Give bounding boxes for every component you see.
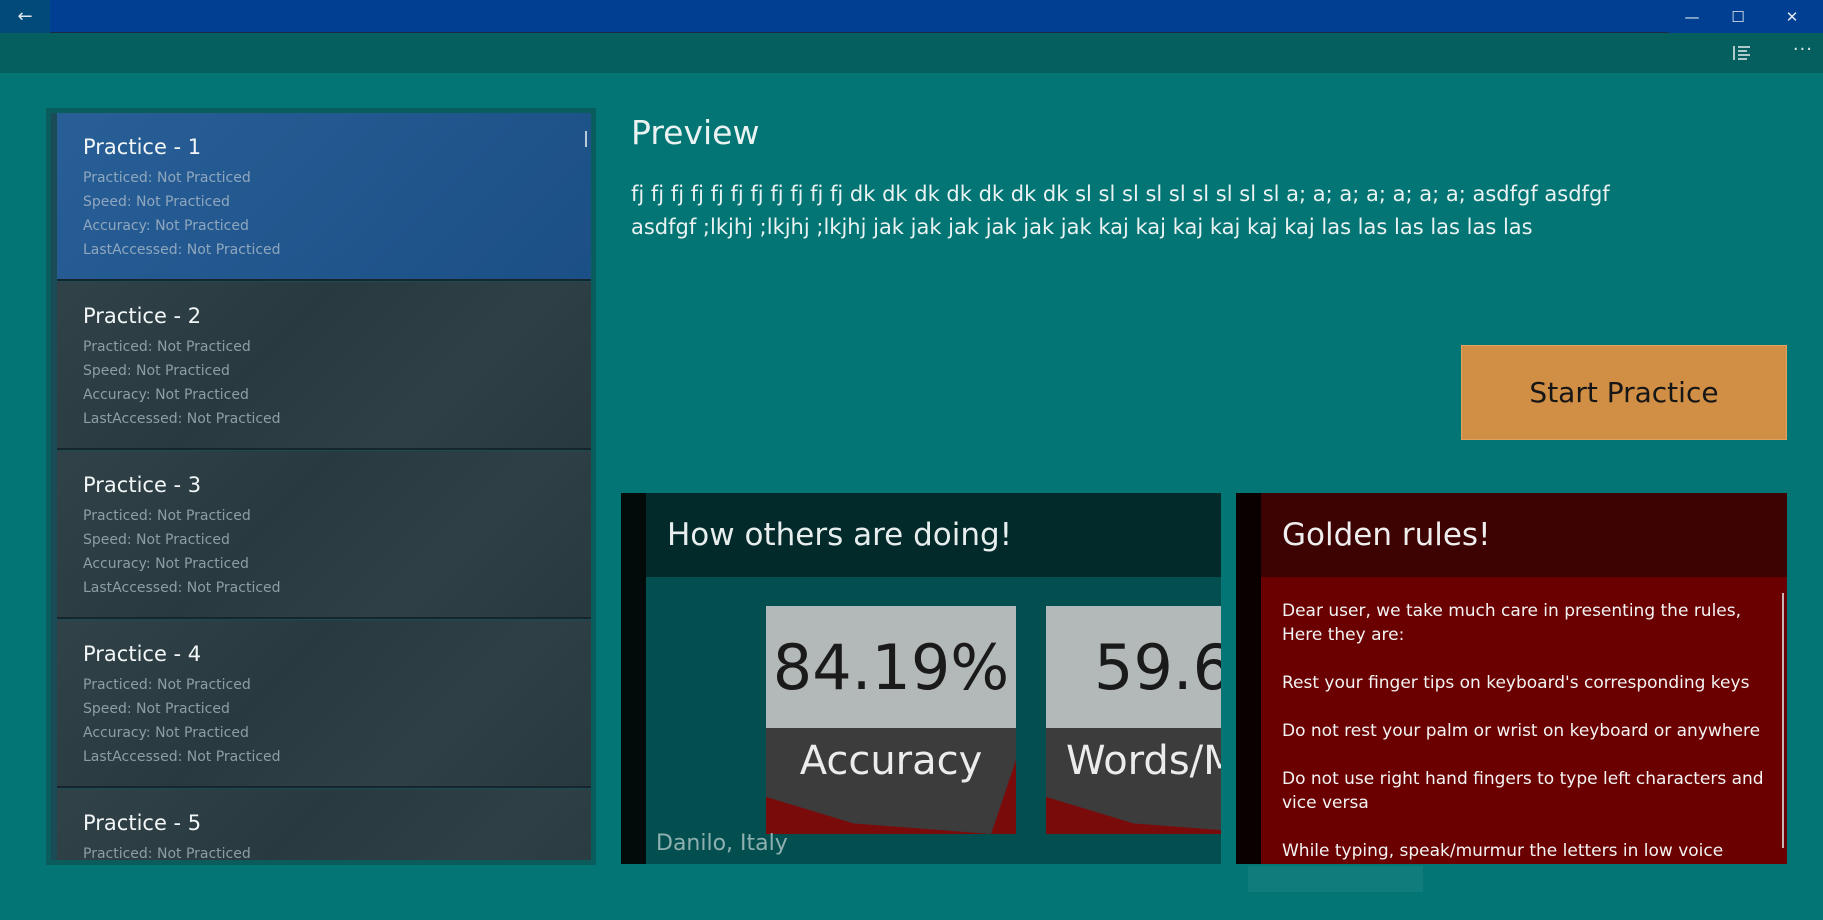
rule-item: Rest your finger tips on keyboard's corr…	[1282, 673, 1750, 693]
rule-item: While typing, speak/murmur the letters i…	[1282, 841, 1724, 861]
start-practice-button[interactable]: Start Practice	[1461, 345, 1787, 440]
practice-accuracy: Accuracy: Not Practiced	[83, 387, 249, 403]
practice-title: Practice - 1	[83, 135, 202, 159]
practice-list[interactable]: Practice - 1 Practiced: Not Practiced Sp…	[46, 108, 596, 865]
others-panel: How others are doing! 84.19% Accuracy 59…	[621, 493, 1221, 864]
back-button[interactable]: ←	[0, 0, 50, 33]
practice-last-accessed: LastAccessed: Not Practiced	[83, 411, 281, 427]
title-bar: ← — ☐ ✕	[0, 0, 1823, 33]
practice-item-1[interactable]: Practice - 1 Practiced: Not Practiced Sp…	[57, 113, 591, 281]
close-button[interactable]: ✕	[1761, 0, 1823, 33]
practice-item-2[interactable]: Practice - 2 Practiced: Not Practiced Sp…	[57, 282, 591, 450]
practice-speed: Speed: Not Practiced	[83, 532, 230, 548]
panel-stripe	[1236, 493, 1261, 864]
practice-practiced: Practiced: Not Practiced	[83, 846, 251, 862]
practice-speed: Speed: Not Practiced	[83, 363, 230, 379]
practice-accuracy: Accuracy: Not Practiced	[83, 556, 249, 572]
list-view-button[interactable]	[1730, 41, 1754, 65]
practice-last-accessed: LastAccessed: Not Practiced	[83, 749, 281, 765]
rule-item: Do not use right hand fingers to type le…	[1282, 769, 1764, 813]
command-bar: ···	[0, 33, 1823, 73]
preview-text: fj fj fj fj fj fj fj fj fj fj fj dk dk d…	[631, 182, 1610, 239]
practice-item-5[interactable]: Practice - 5 Practiced: Not Practiced	[57, 789, 591, 862]
ghost-element	[1248, 866, 1423, 892]
stat-label: Words/M	[1066, 738, 1221, 784]
practice-title: Practice - 4	[83, 642, 202, 666]
practice-title: Practice - 5	[83, 811, 202, 835]
stat-value: 59.6	[1046, 606, 1221, 728]
list-icon	[1733, 46, 1750, 60]
minimize-icon: —	[1684, 7, 1700, 26]
practice-item-4[interactable]: Practice - 4 Practiced: Not Practiced Sp…	[57, 620, 591, 788]
rules-panel[interactable]: Golden rules! Dear user, we take much ca…	[1236, 493, 1787, 864]
practice-title: Practice - 2	[83, 304, 202, 328]
practice-accuracy: Accuracy: Not Practiced	[83, 725, 249, 741]
arrow-left-icon: ←	[17, 6, 33, 27]
practice-last-accessed: LastAccessed: Not Practiced	[83, 580, 281, 596]
rule-item: Do not rest your palm or wrist on keyboa…	[1282, 721, 1761, 741]
practice-practiced: Practiced: Not Practiced	[83, 339, 251, 355]
stat-value: 84.19%	[766, 606, 1016, 728]
others-title: How others are doing!	[667, 517, 1013, 553]
more-button[interactable]: ···	[1793, 39, 1813, 60]
rules-intro-line: Here they are:	[1282, 625, 1405, 645]
rules-header: Golden rules!	[1261, 493, 1787, 577]
practice-last-accessed: LastAccessed: Not Practiced	[83, 242, 281, 258]
practice-item-3[interactable]: Practice - 3 Practiced: Not Practiced Sp…	[57, 451, 591, 619]
practice-speed: Speed: Not Practiced	[83, 701, 230, 717]
stat-label: Accuracy	[799, 738, 983, 784]
others-header: How others are doing!	[646, 493, 1221, 577]
maximize-icon: ☐	[1731, 7, 1745, 26]
panel-stripe	[621, 493, 646, 864]
minimize-button[interactable]: —	[1669, 0, 1715, 33]
stat-card-words: 59.6 Words/M	[1046, 606, 1221, 834]
practice-title: Practice - 3	[83, 473, 202, 497]
practice-practiced: Practiced: Not Practiced	[83, 677, 251, 693]
close-icon: ✕	[1785, 7, 1799, 26]
rules-scrollbar[interactable]	[1782, 593, 1784, 848]
preview-title: Preview	[631, 113, 760, 152]
rules-intro-line: Dear user, we take much care in presenti…	[1282, 601, 1742, 621]
maximize-button[interactable]: ☐	[1715, 0, 1761, 33]
practice-speed: Speed: Not Practiced	[83, 194, 230, 210]
rules-title: Golden rules!	[1282, 517, 1491, 553]
rules-body: Dear user, we take much care in presenti…	[1282, 599, 1772, 864]
practice-practiced: Practiced: Not Practiced	[83, 170, 251, 186]
author-label: Danilo, Italy	[656, 831, 788, 856]
practice-accuracy: Accuracy: Not Practiced	[83, 218, 249, 234]
stat-card-accuracy: 84.19% Accuracy	[766, 606, 1016, 834]
window-controls: — ☐ ✕	[1669, 0, 1823, 33]
practice-practiced: Practiced: Not Practiced	[83, 508, 251, 524]
list-scrollbar[interactable]	[585, 131, 587, 147]
